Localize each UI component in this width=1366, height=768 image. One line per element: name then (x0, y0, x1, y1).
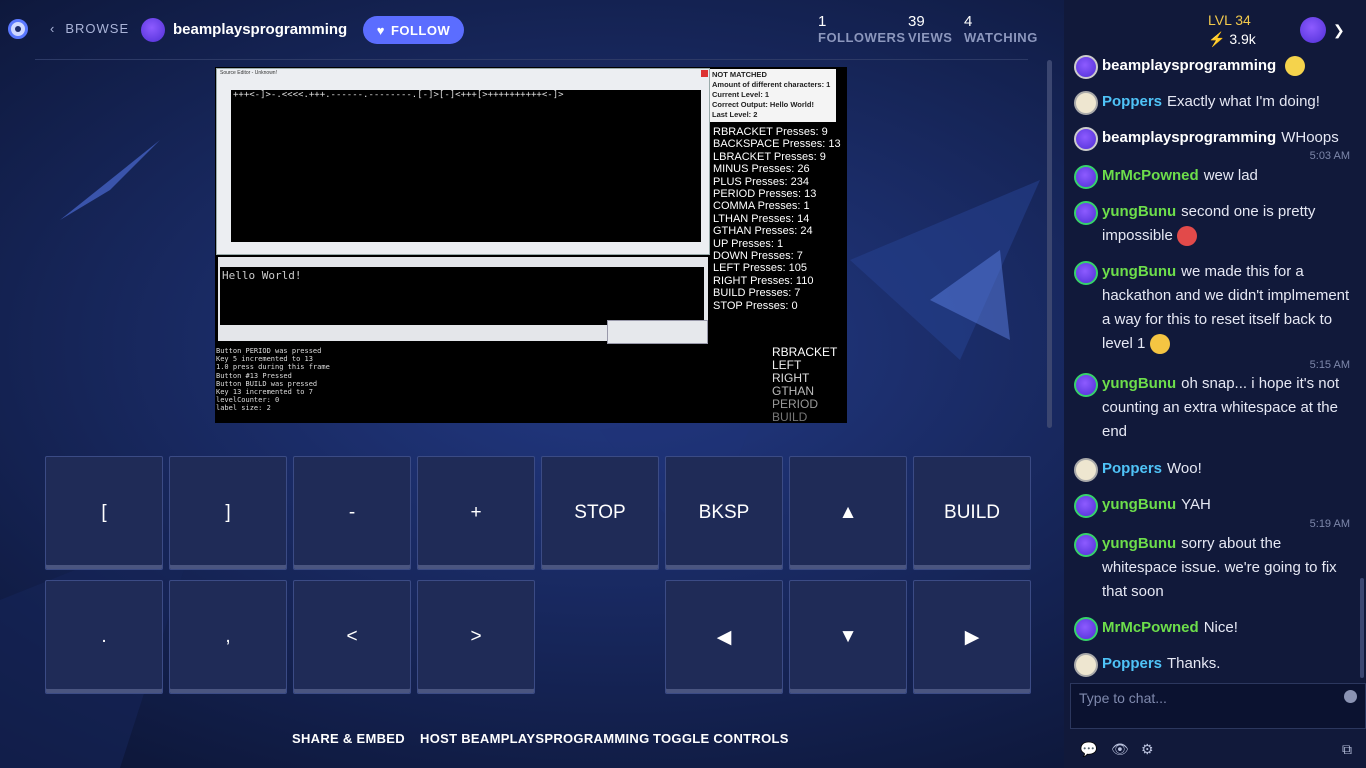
chat-username[interactable]: yungBunu (1102, 203, 1176, 220)
control-period-button[interactable]: . (45, 580, 163, 694)
control-rbracket-button[interactable]: ] (169, 456, 287, 570)
chat-timestamp: 5:03 AM (1309, 150, 1350, 162)
chat-input[interactable] (1079, 690, 1329, 706)
control-comma-button[interactable]: , (169, 580, 287, 694)
avatar[interactable] (1074, 533, 1098, 557)
avatar[interactable] (1074, 653, 1098, 677)
chat-message: yungBunu YAH (1074, 493, 1356, 518)
control-down-button[interactable]: ▼ (789, 580, 907, 694)
eye-icon[interactable]: 👁 (1111, 741, 1129, 758)
editor-title: Source Editor - Unknown! (220, 70, 277, 76)
avatar[interactable] (1074, 617, 1098, 641)
top-bar: ‹ BROWSE beamplaysprogramming ♥ FOLLOW 1… (0, 0, 1064, 60)
views-stat: 39 VIEWS (908, 13, 953, 45)
interpreter-window (607, 320, 708, 344)
emoji-picker-icon[interactable] (1344, 690, 1357, 703)
chat-message: yungBunu oh snap... i hope it's not count… (1074, 372, 1356, 444)
avatar[interactable] (1074, 494, 1098, 518)
devil-emoji-icon (1177, 226, 1198, 247)
chat-username[interactable]: yungBunu (1102, 496, 1176, 513)
control-right-button[interactable]: ▶ (913, 580, 1031, 694)
key-queue: RBRACKET LEFT RIGHT GTHAN PERIOD BUILD (772, 345, 838, 424)
chat-username[interactable]: Poppers (1102, 460, 1162, 477)
chat-username[interactable]: beamplaysprogramming (1102, 129, 1276, 146)
control-up-button[interactable]: ▲ (789, 456, 907, 570)
lightning-icon: ⚡ (1208, 31, 1226, 47)
tongue-emoji-icon (1149, 334, 1170, 355)
chat-message: Poppers Exactly what I'm doing! (1074, 90, 1356, 115)
chat-message: Poppers Woo! (1074, 457, 1356, 482)
control-gthan-button[interactable]: > (417, 580, 535, 694)
browse-link[interactable]: ‹ BROWSE (50, 21, 129, 36)
chat-username[interactable]: yungBunu (1102, 535, 1176, 552)
header-divider (35, 59, 1028, 60)
avatar[interactable] (1074, 91, 1098, 115)
chat-bubble-icon[interactable]: 💬 (1080, 741, 1097, 758)
share-embed-button[interactable]: SHARE & EMBED (292, 731, 405, 746)
source-editor-window: Source Editor - Unknown! +++<-]>-.<<<<.+… (216, 68, 710, 255)
chat-message: beamplaysprogramming (1074, 54, 1356, 79)
control-lthan-button[interactable]: < (293, 580, 411, 694)
watching-stat: 4 WATCHING (964, 13, 1038, 45)
chat-message: Poppers Thanks. (1074, 652, 1356, 677)
chat-message: yungBunu second one is pretty impossible (1074, 200, 1356, 248)
chat-username[interactable]: MrMcPowned (1102, 619, 1199, 636)
popout-icon[interactable]: ⧉ (1342, 741, 1352, 758)
chat-username[interactable]: beamplaysprogramming (1102, 57, 1276, 74)
avatar[interactable] (1074, 55, 1098, 79)
level-info-panel: NOT MATCHED Amount of different characte… (710, 69, 836, 122)
control-plus-button[interactable]: + (417, 456, 535, 570)
avatar[interactable] (1074, 201, 1098, 225)
toggle-controls-button[interactable]: TOGGLE CONTROLS (653, 731, 789, 746)
chat-scrollbar[interactable] (1360, 578, 1364, 678)
chat-message: MrMcPowned Nice! (1074, 616, 1356, 641)
gear-icon[interactable]: ⚙ (1141, 741, 1154, 758)
chat-message: yungBunu sorry about the whitespace issue… (1074, 532, 1356, 604)
user-points: ⚡ 3.9k (1208, 31, 1256, 47)
chat-input-box (1070, 683, 1366, 729)
avatar[interactable] (1074, 261, 1098, 285)
program-output: Hello World! (220, 267, 704, 325)
video-player[interactable]: Source Editor - Unknown! +++<-]>-.<<<<.+… (215, 67, 847, 423)
console-log: Button PERIOD was pressed Key 5 increment… (216, 347, 330, 413)
channel-name[interactable]: beamplaysprogramming (173, 21, 347, 38)
avatar[interactable] (1074, 127, 1098, 151)
beam-logo-icon[interactable] (8, 19, 28, 39)
avatar[interactable] (1074, 165, 1098, 189)
chat-timestamp: 5:19 AM (1309, 518, 1350, 530)
chat-username[interactable]: Poppers (1102, 655, 1162, 672)
followers-stat: 1 FOLLOWERS (818, 13, 906, 45)
chat-username[interactable]: MrMcPowned (1102, 167, 1199, 184)
grin-emoji-icon (1285, 56, 1306, 77)
follow-button[interactable]: ♥ FOLLOW (363, 16, 464, 44)
control-backspace-button[interactable]: BKSP (665, 456, 783, 570)
chat-username[interactable]: Poppers (1102, 93, 1162, 110)
avatar[interactable] (1074, 373, 1098, 397)
close-icon (701, 70, 708, 77)
chat-username[interactable]: yungBunu (1102, 375, 1176, 392)
chat-message: MrMcPowned wew lad (1074, 164, 1356, 189)
user-level: LVL 34 (1208, 12, 1251, 28)
control-lbracket-button[interactable]: [ (45, 456, 163, 570)
chat-messages: beamplaysprogramming Poppers Exactly what… (1064, 54, 1360, 678)
chat-timestamp: 5:15 AM (1309, 359, 1350, 371)
code-editor: +++<-]>-.<<<<.+++.------.--------.[-]>[-… (231, 90, 701, 242)
heart-icon: ♥ (376, 22, 385, 38)
main-scrollbar[interactable] (1047, 60, 1052, 428)
avatar[interactable] (1074, 458, 1098, 482)
host-channel-button[interactable]: HOST BEAMPLAYSPROGRAMMING (420, 731, 649, 746)
chevron-right-icon[interactable]: ❯ (1333, 22, 1345, 39)
control-build-button[interactable]: BUILD (913, 456, 1031, 570)
control-stop-button[interactable]: STOP (541, 456, 659, 570)
chat-message: beamplaysprogramming WHoops (1074, 126, 1356, 151)
control-left-button[interactable]: ◀ (665, 580, 783, 694)
chevron-left-icon: ‹ (50, 21, 56, 36)
user-avatar[interactable] (1300, 17, 1326, 43)
control-minus-button[interactable]: - (293, 456, 411, 570)
press-counts: RBRACKET Presses: 9 BACKSPACE Presses: 13… (713, 126, 841, 312)
chat-username[interactable]: yungBunu (1102, 263, 1176, 280)
channel-avatar[interactable] (141, 18, 165, 42)
chat-message: yungBunu we made this for a hackathon and… (1074, 260, 1356, 356)
